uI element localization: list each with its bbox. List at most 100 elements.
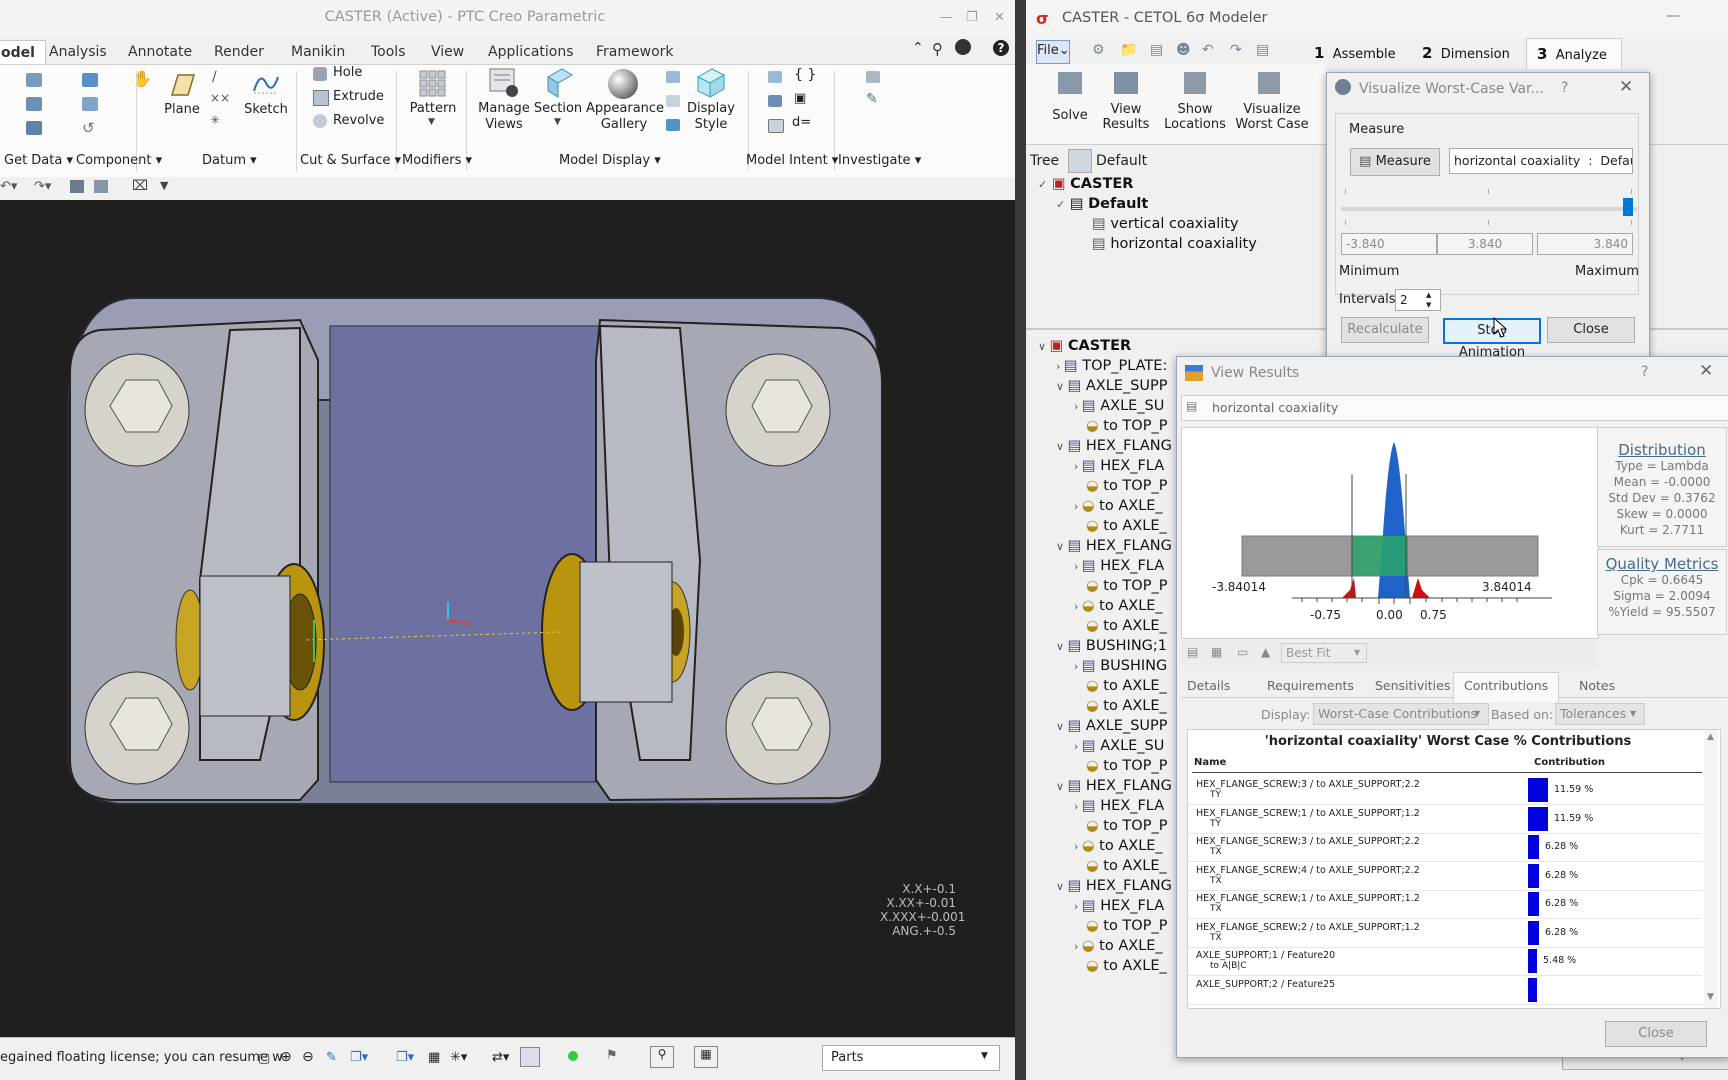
collapse-icon[interactable]: ∨ <box>1056 780 1068 793</box>
expand-icon[interactable]: › <box>1074 460 1082 473</box>
quality-heading[interactable]: Quality Metrics <box>1598 556 1726 572</box>
family-table-icon[interactable] <box>768 71 782 83</box>
appearance-gallery-icon[interactable] <box>608 69 638 99</box>
expand-icon[interactable]: › <box>1074 740 1082 753</box>
tree-node[interactable]: ◒ to AXLE_ <box>1074 678 1167 694</box>
tree-node[interactable]: ◒ to TOP_P <box>1074 918 1167 934</box>
d-equals-icon[interactable]: d= <box>792 115 811 130</box>
collapse-icon[interactable]: ∨ <box>1056 380 1068 393</box>
tree-node[interactable]: ∨ ▤ AXLE_SUPP <box>1056 718 1168 734</box>
tree-node[interactable]: ◒ to TOP_P <box>1074 478 1167 494</box>
selection-icon[interactable]: ▦ <box>694 1046 718 1068</box>
dialog-close-button[interactable]: Close <box>1547 317 1635 343</box>
table-row[interactable]: AXLE_SUPPORT;1 / Feature20 to A|B|C 5.48 % <box>1188 947 1702 976</box>
named-views-icon[interactable] <box>666 71 680 83</box>
expand-icon[interactable]: › <box>1074 660 1082 673</box>
tab-sensitivities[interactable]: Sensitivities <box>1375 678 1450 693</box>
collapse-icon[interactable]: ∨ <box>1056 540 1068 553</box>
tree-node[interactable]: › ▤ AXLE_SU <box>1074 738 1164 754</box>
zoom-in-icon[interactable]: ⊕ <box>280 1049 292 1065</box>
spin-center-icon[interactable] <box>666 95 680 107</box>
section-icon[interactable] <box>544 67 574 99</box>
tree-node-horizontal-coaxiality[interactable]: ▤ horizontal coaxiality <box>1092 236 1257 252</box>
sketch-icon[interactable] <box>250 69 282 97</box>
fit-select[interactable]: Best Fit ▼ <box>1281 643 1367 663</box>
table-row[interactable]: AXLE_SUPPORT;2 / Feature25 <box>1188 976 1702 1005</box>
report-icon[interactable]: ▤ <box>1256 42 1269 58</box>
section-label[interactable]: Section <box>532 101 584 116</box>
minimize-icon[interactable]: — <box>1666 8 1680 24</box>
tree-node[interactable]: › ◒ to AXLE_ <box>1074 498 1163 514</box>
regenerate-model-icon[interactable] <box>70 180 84 193</box>
tab-render[interactable]: Render <box>214 44 264 60</box>
tab-manikin[interactable]: Manikin <box>291 44 345 60</box>
undo-icon[interactable]: ↶▾ <box>0 179 17 194</box>
tree-node[interactable]: ∨ ▤ HEX_FLANG <box>1056 538 1172 554</box>
options-icon[interactable]: ▲ <box>1261 645 1270 659</box>
tree-node[interactable]: › ▤ HEX_FLA <box>1074 458 1164 474</box>
tree-node[interactable]: ∨ ▤ HEX_FLANG <box>1056 878 1172 894</box>
step-assemble[interactable]: 1 Assemble <box>1314 44 1396 62</box>
step-dimension[interactable]: 2 Dimension <box>1422 44 1510 62</box>
recalculate-button[interactable]: Recalculate <box>1341 317 1429 343</box>
expand-icon[interactable]: › <box>1074 500 1082 513</box>
intervals-spinner[interactable]: 2 ▲ ▼ <box>1395 289 1441 311</box>
plane-label[interactable]: Plane <box>160 102 204 117</box>
file-menu[interactable]: File⌄ <box>1036 40 1070 64</box>
relations-braces-icon[interactable]: { } <box>794 67 816 83</box>
saved-orientations-icon[interactable]: ❐▾ <box>396 1050 414 1065</box>
table-row[interactable]: HEX_FLANGE_SCREW;3 / to AXLE_SUPPORT;2.2… <box>1188 833 1702 862</box>
group-model-display[interactable]: Model Display ▾ <box>559 153 661 168</box>
group-investigate[interactable]: Investigate ▾ <box>838 153 921 168</box>
help-icon[interactable]: ? <box>993 40 1009 56</box>
eye-icon[interactable] <box>1068 149 1092 173</box>
chevron-down-icon[interactable]: ▼ <box>428 117 435 127</box>
search-icon[interactable]: ⚲ <box>932 40 943 58</box>
tree-node[interactable]: ◒ to TOP_P <box>1074 578 1167 594</box>
slider-thumb[interactable] <box>1623 198 1633 216</box>
assemble-icon[interactable] <box>82 73 98 87</box>
visualize-worst-case-button[interactable]: Visualize Worst Case <box>1234 102 1310 132</box>
revolve-button[interactable]: Revolve <box>333 113 384 128</box>
display-style-status-icon[interactable]: ▦ <box>428 1050 440 1065</box>
customize-toolbar-icon[interactable]: ▼ <box>160 179 168 192</box>
open-icon[interactable]: ⚙ <box>1092 42 1105 58</box>
sketch-label[interactable]: Sketch <box>244 102 288 117</box>
graphics-viewport[interactable]: X.X+-0.1 X.XX+-0.01 X.XXX+-0.001 ANG.+-0… <box>0 200 1015 1037</box>
restore-icon[interactable]: ❐ <box>966 10 978 25</box>
user-defined-feature-icon[interactable] <box>26 97 42 111</box>
expand-icon[interactable]: › <box>1056 360 1064 373</box>
orient-icon[interactable]: ❐▾ <box>350 1050 368 1065</box>
users-icon[interactable]: ☻ <box>1176 42 1191 58</box>
group-cut-surface[interactable]: Cut & Surface ▾ <box>300 153 401 168</box>
tree-node[interactable]: › ▤ HEX_FLA <box>1074 558 1164 574</box>
table-row[interactable]: HEX_FLANGE_SCREW;2 / to AXLE_SUPPORT;1.2… <box>1188 919 1702 948</box>
display-style-icon[interactable] <box>694 67 726 99</box>
display-style-label[interactable]: Display Style <box>680 101 742 133</box>
plane-icon[interactable] <box>166 71 196 99</box>
expand-icon[interactable]: › <box>1074 900 1082 913</box>
export-icon[interactable]: ▤ <box>1187 645 1198 659</box>
tree-node-vertical-coaxiality[interactable]: ▤ vertical coaxiality <box>1092 216 1239 232</box>
expand-icon[interactable]: › <box>1074 600 1082 613</box>
tree-node[interactable]: ✓ ▤ Default <box>1056 196 1148 212</box>
spinner-arrows-icon[interactable]: ▲ ▼ <box>1426 290 1431 310</box>
undo-icon[interactable]: ↶ <box>1202 42 1214 58</box>
expand-icon[interactable]: › <box>1074 800 1082 813</box>
tree-node[interactable]: › ▤ TOP_PLATE: <box>1056 358 1167 374</box>
show-locations-button[interactable]: Show Locations <box>1160 102 1230 132</box>
tree-node[interactable]: › ◒ to AXLE_ <box>1074 598 1163 614</box>
tree-node[interactable]: ◒ to TOP_P <box>1074 818 1167 834</box>
help-icon[interactable]: ? <box>1561 80 1568 96</box>
caster-model[interactable] <box>0 200 1015 1037</box>
tree-node[interactable]: ∨ ▤ HEX_FLANG <box>1056 778 1172 794</box>
tree-node[interactable]: ◒ to AXLE_ <box>1074 858 1167 874</box>
tree-node[interactable]: › ▤ HEX_FLA <box>1074 798 1164 814</box>
create-component-icon[interactable] <box>82 97 98 111</box>
measure-button[interactable]: ▤ Measure <box>1350 148 1440 176</box>
expand-icon[interactable]: › <box>1074 940 1082 953</box>
group-component[interactable]: Component ▾ <box>76 153 162 168</box>
tab-notes[interactable]: Notes <box>1579 678 1615 693</box>
collapse-ribbon-icon[interactable]: ⌃ <box>912 40 924 56</box>
help-icon[interactable]: ? <box>1641 364 1648 380</box>
